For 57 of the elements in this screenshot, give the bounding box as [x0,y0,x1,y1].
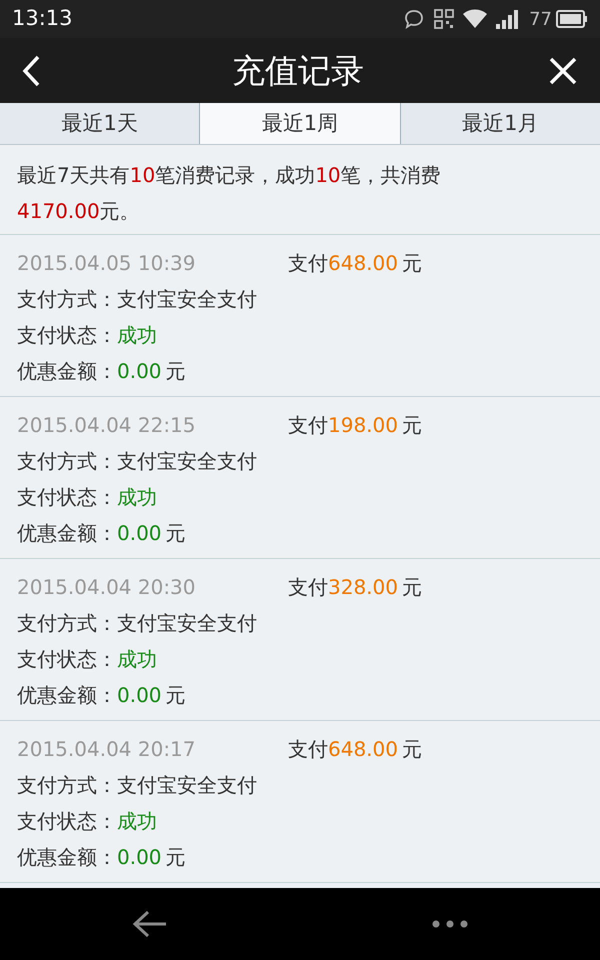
dots-icon [432,920,468,928]
payment-method: 支付宝安全支付 [117,772,257,799]
field-label: 支付方式： [17,286,117,313]
pay-amount: 648.00 [328,736,398,763]
currency-unit: 元 [166,682,186,709]
record-time: 2015.04.04 20:17 [17,736,197,763]
discount-amount: 0.00 [117,358,162,385]
pay-amount: 328.00 [328,574,398,601]
arrow-left-icon [132,909,168,939]
currency-unit: 元 [166,844,186,871]
close-icon [548,56,578,86]
pay-label: 支付 [288,574,328,601]
payment-status: 成功 [117,322,157,349]
field-label: 支付方式： [17,772,117,799]
summary-text: 最近7天共有10笔消费记录，成功10笔，共消费 4170.00元。 [17,162,442,225]
payment-status: 成功 [117,646,157,673]
record-time: 2015.04.05 10:39 [17,250,197,277]
payment-status: 成功 [117,808,157,835]
pay-amount: 198.00 [328,412,398,439]
wifi-icon [463,9,488,29]
field-label: 支付状态： [17,646,117,673]
field-label: 支付状态： [17,322,117,349]
field-label: 支付方式： [17,448,117,475]
discount-amount: 0.00 [117,520,162,547]
pay-amount: 648.00 [328,250,398,277]
record-time: 2015.04.04 20:30 [17,574,197,601]
grid-icon [433,8,456,30]
currency-unit: 元 [402,736,422,763]
status-time: 13:13 [12,5,73,32]
pay-label: 支付 [288,250,328,277]
record-time: 2015.04.04 22:15 [17,412,197,439]
field-label: 优惠金额： [17,520,117,547]
field-label: 优惠金额： [17,682,117,709]
payment-method: 支付宝安全支付 [117,448,257,475]
field-label: 支付状态： [17,808,117,835]
payment-method: 支付宝安全支付 [117,286,257,313]
currency-unit: 元 [402,412,422,439]
field-label: 优惠金额： [17,844,117,871]
payment-status: 成功 [117,484,157,511]
chevron-left-icon [20,54,42,88]
discount-amount: 0.00 [117,844,162,871]
field-label: 支付状态： [17,484,117,511]
pay-label: 支付 [288,412,328,439]
currency-unit: 元 [402,574,422,601]
currency-unit: 元 [166,520,186,547]
tab[interactable]: 最近1周 [199,103,401,144]
discount-amount: 0.00 [117,682,162,709]
currency-unit: 元 [402,250,422,277]
currency-unit: 元 [166,358,186,385]
battery-level: 77 [529,8,552,32]
pay-label: 支付 [288,736,328,763]
page-title: 充值记录 [232,50,364,92]
field-label: 支付方式： [17,610,117,637]
field-label: 优惠金额： [17,358,117,385]
battery-icon [556,9,588,29]
chat-bubble-icon [403,8,426,30]
payment-method: 支付宝安全支付 [117,610,257,637]
